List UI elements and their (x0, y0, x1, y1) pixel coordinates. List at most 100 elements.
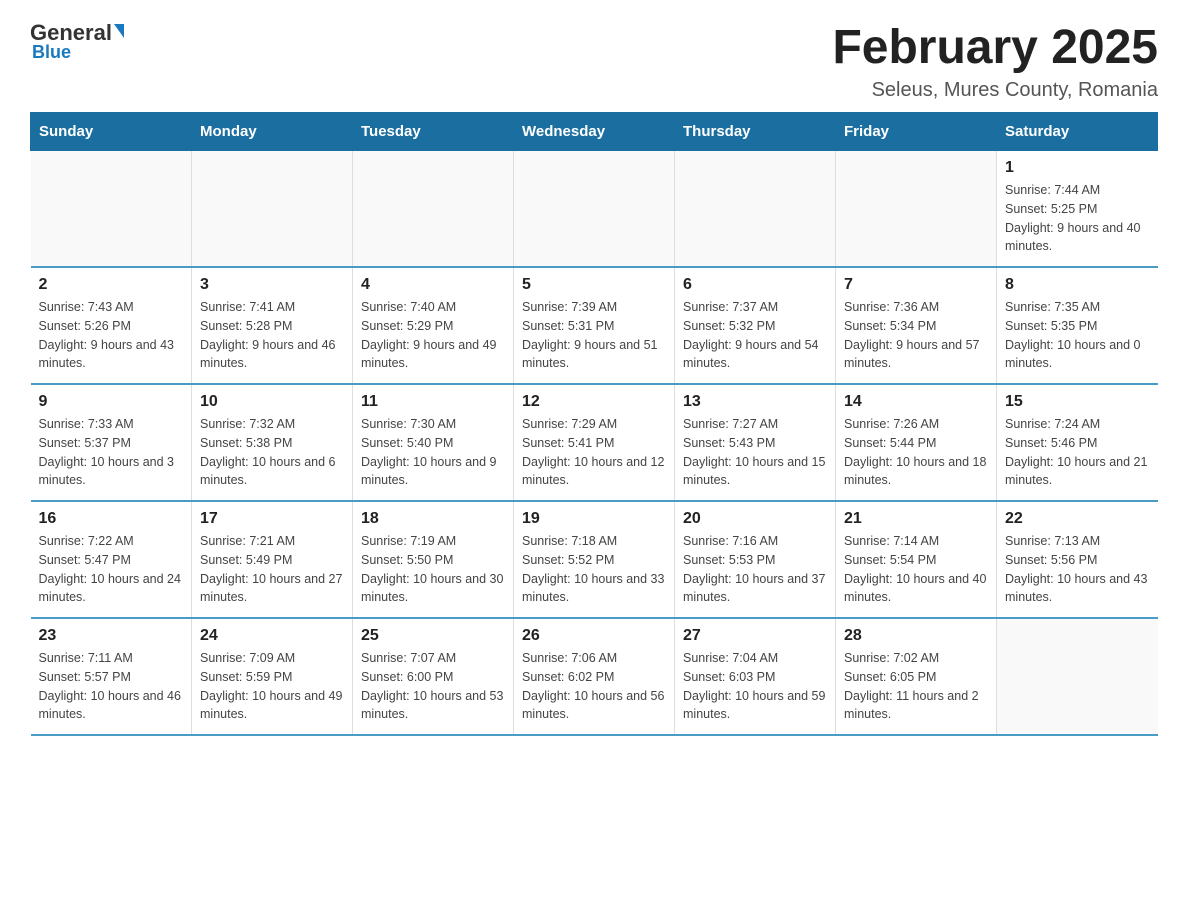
day-number: 15 (1005, 393, 1150, 411)
table-row: 21 Sunrise: 7:14 AMSunset: 5:54 PMDayligh… (836, 501, 997, 618)
title-section: February 2025 Seleus, Mures County, Roma… (832, 20, 1158, 102)
day-info: Sunrise: 7:18 AMSunset: 5:52 PMDaylight:… (522, 532, 666, 607)
table-row: 27Sunrise: 7:04 AMSunset: 6:03 PMDayligh… (675, 618, 836, 735)
logo-arrow-icon (114, 24, 124, 38)
day-number: 28 (844, 627, 988, 645)
header-monday: Monday (192, 113, 353, 151)
table-row: 11 Sunrise: 7:30 AMSunset: 5:40 PMDayligh… (353, 384, 514, 501)
calendar-title: February 2025 (832, 20, 1158, 75)
day-info: Sunrise: 7:16 AMSunset: 5:53 PMDaylight:… (683, 532, 827, 607)
day-number: 13 (683, 393, 827, 411)
table-row (31, 151, 192, 268)
day-info: Sunrise: 7:21 AMSunset: 5:49 PMDaylight:… (200, 532, 344, 607)
table-row: 6 Sunrise: 7:37 AMSunset: 5:32 PMDaylight… (675, 267, 836, 384)
day-number: 2 (39, 276, 184, 294)
day-info: Sunrise: 7:39 AMSunset: 5:31 PMDaylight:… (522, 298, 666, 373)
day-number: 12 (522, 393, 666, 411)
table-row (836, 151, 997, 268)
day-info: Sunrise: 7:29 AMSunset: 5:41 PMDaylight:… (522, 415, 666, 490)
table-row (997, 618, 1158, 735)
day-info: Sunrise: 7:07 AMSunset: 6:00 PMDaylight:… (361, 649, 505, 724)
logo: General Blue (30, 20, 124, 63)
day-number: 18 (361, 510, 505, 528)
day-number: 6 (683, 276, 827, 294)
day-info: Sunrise: 7:40 AMSunset: 5:29 PMDaylight:… (361, 298, 505, 373)
table-row: 22 Sunrise: 7:13 AMSunset: 5:56 PMDayligh… (997, 501, 1158, 618)
table-row: 1Sunrise: 7:44 AMSunset: 5:25 PMDaylight… (997, 151, 1158, 268)
table-row (675, 151, 836, 268)
day-number: 8 (1005, 276, 1150, 294)
day-info: Sunrise: 7:37 AMSunset: 5:32 PMDaylight:… (683, 298, 827, 373)
header-saturday: Saturday (997, 113, 1158, 151)
header-friday: Friday (836, 113, 997, 151)
header-wednesday: Wednesday (514, 113, 675, 151)
table-row: 3 Sunrise: 7:41 AMSunset: 5:28 PMDaylight… (192, 267, 353, 384)
calendar-week-row: 16 Sunrise: 7:22 AMSunset: 5:47 PMDayligh… (31, 501, 1158, 618)
table-row: 28Sunrise: 7:02 AMSunset: 6:05 PMDayligh… (836, 618, 997, 735)
table-row: 20 Sunrise: 7:16 AMSunset: 5:53 PMDayligh… (675, 501, 836, 618)
table-row: 9 Sunrise: 7:33 AMSunset: 5:37 PMDaylight… (31, 384, 192, 501)
day-info: Sunrise: 7:32 AMSunset: 5:38 PMDaylight:… (200, 415, 344, 490)
calendar-table: Sunday Monday Tuesday Wednesday Thursday… (30, 112, 1158, 736)
header-tuesday: Tuesday (353, 113, 514, 151)
day-info: Sunrise: 7:43 AMSunset: 5:26 PMDaylight:… (39, 298, 184, 373)
table-row (192, 151, 353, 268)
table-row: 8 Sunrise: 7:35 AMSunset: 5:35 PMDaylight… (997, 267, 1158, 384)
day-number: 21 (844, 510, 988, 528)
day-number: 14 (844, 393, 988, 411)
day-info: Sunrise: 7:22 AMSunset: 5:47 PMDaylight:… (39, 532, 184, 607)
table-row: 17 Sunrise: 7:21 AMSunset: 5:49 PMDayligh… (192, 501, 353, 618)
day-info: Sunrise: 7:41 AMSunset: 5:28 PMDaylight:… (200, 298, 344, 373)
day-info: Sunrise: 7:26 AMSunset: 5:44 PMDaylight:… (844, 415, 988, 490)
logo-blue: Blue (32, 42, 71, 63)
calendar-week-row: 2 Sunrise: 7:43 AMSunset: 5:26 PMDaylight… (31, 267, 1158, 384)
calendar-subtitle: Seleus, Mures County, Romania (832, 79, 1158, 102)
table-row: 14 Sunrise: 7:26 AMSunset: 5:44 PMDayligh… (836, 384, 997, 501)
day-number: 26 (522, 627, 666, 645)
table-row: 7 Sunrise: 7:36 AMSunset: 5:34 PMDaylight… (836, 267, 997, 384)
day-info: Sunrise: 7:36 AMSunset: 5:34 PMDaylight:… (844, 298, 988, 373)
day-number: 25 (361, 627, 505, 645)
day-info: Sunrise: 7:30 AMSunset: 5:40 PMDaylight:… (361, 415, 505, 490)
day-info: Sunrise: 7:13 AMSunset: 5:56 PMDaylight:… (1005, 532, 1150, 607)
day-number: 7 (844, 276, 988, 294)
calendar-week-row: 9 Sunrise: 7:33 AMSunset: 5:37 PMDaylight… (31, 384, 1158, 501)
day-number: 5 (522, 276, 666, 294)
header-sunday: Sunday (31, 113, 192, 151)
day-info: Sunrise: 7:35 AMSunset: 5:35 PMDaylight:… (1005, 298, 1150, 373)
day-info: Sunrise: 7:04 AMSunset: 6:03 PMDaylight:… (683, 649, 827, 724)
day-info: Sunrise: 7:27 AMSunset: 5:43 PMDaylight:… (683, 415, 827, 490)
page-header: General Blue February 2025 Seleus, Mures… (30, 20, 1158, 102)
table-row: 24 Sunrise: 7:09 AMSunset: 5:59 PMDayligh… (192, 618, 353, 735)
day-number: 9 (39, 393, 184, 411)
day-info: Sunrise: 7:19 AMSunset: 5:50 PMDaylight:… (361, 532, 505, 607)
day-number: 4 (361, 276, 505, 294)
day-info: Sunrise: 7:33 AMSunset: 5:37 PMDaylight:… (39, 415, 184, 490)
day-number: 1 (1005, 159, 1150, 177)
table-row: 19 Sunrise: 7:18 AMSunset: 5:52 PMDayligh… (514, 501, 675, 618)
day-number: 10 (200, 393, 344, 411)
day-info: Sunrise: 7:14 AMSunset: 5:54 PMDaylight:… (844, 532, 988, 607)
table-row: 13 Sunrise: 7:27 AMSunset: 5:43 PMDayligh… (675, 384, 836, 501)
table-row: 16 Sunrise: 7:22 AMSunset: 5:47 PMDayligh… (31, 501, 192, 618)
day-info: Sunrise: 7:09 AMSunset: 5:59 PMDaylight:… (200, 649, 344, 724)
day-number: 17 (200, 510, 344, 528)
day-number: 19 (522, 510, 666, 528)
day-number: 22 (1005, 510, 1150, 528)
day-info: Sunrise: 7:11 AMSunset: 5:57 PMDaylight:… (39, 649, 184, 724)
table-row (353, 151, 514, 268)
day-number: 23 (39, 627, 184, 645)
table-row: 12 Sunrise: 7:29 AMSunset: 5:41 PMDayligh… (514, 384, 675, 501)
day-number: 11 (361, 393, 505, 411)
table-row: 10 Sunrise: 7:32 AMSunset: 5:38 PMDayligh… (192, 384, 353, 501)
day-number: 16 (39, 510, 184, 528)
table-row: 5 Sunrise: 7:39 AMSunset: 5:31 PMDaylight… (514, 267, 675, 384)
table-row: 18 Sunrise: 7:19 AMSunset: 5:50 PMDayligh… (353, 501, 514, 618)
table-row: 23 Sunrise: 7:11 AMSunset: 5:57 PMDayligh… (31, 618, 192, 735)
day-number: 24 (200, 627, 344, 645)
day-number: 20 (683, 510, 827, 528)
day-number: 3 (200, 276, 344, 294)
table-row: 15Sunrise: 7:24 AMSunset: 5:46 PMDayligh… (997, 384, 1158, 501)
table-row: 2 Sunrise: 7:43 AMSunset: 5:26 PMDaylight… (31, 267, 192, 384)
table-row: 4 Sunrise: 7:40 AMSunset: 5:29 PMDaylight… (353, 267, 514, 384)
